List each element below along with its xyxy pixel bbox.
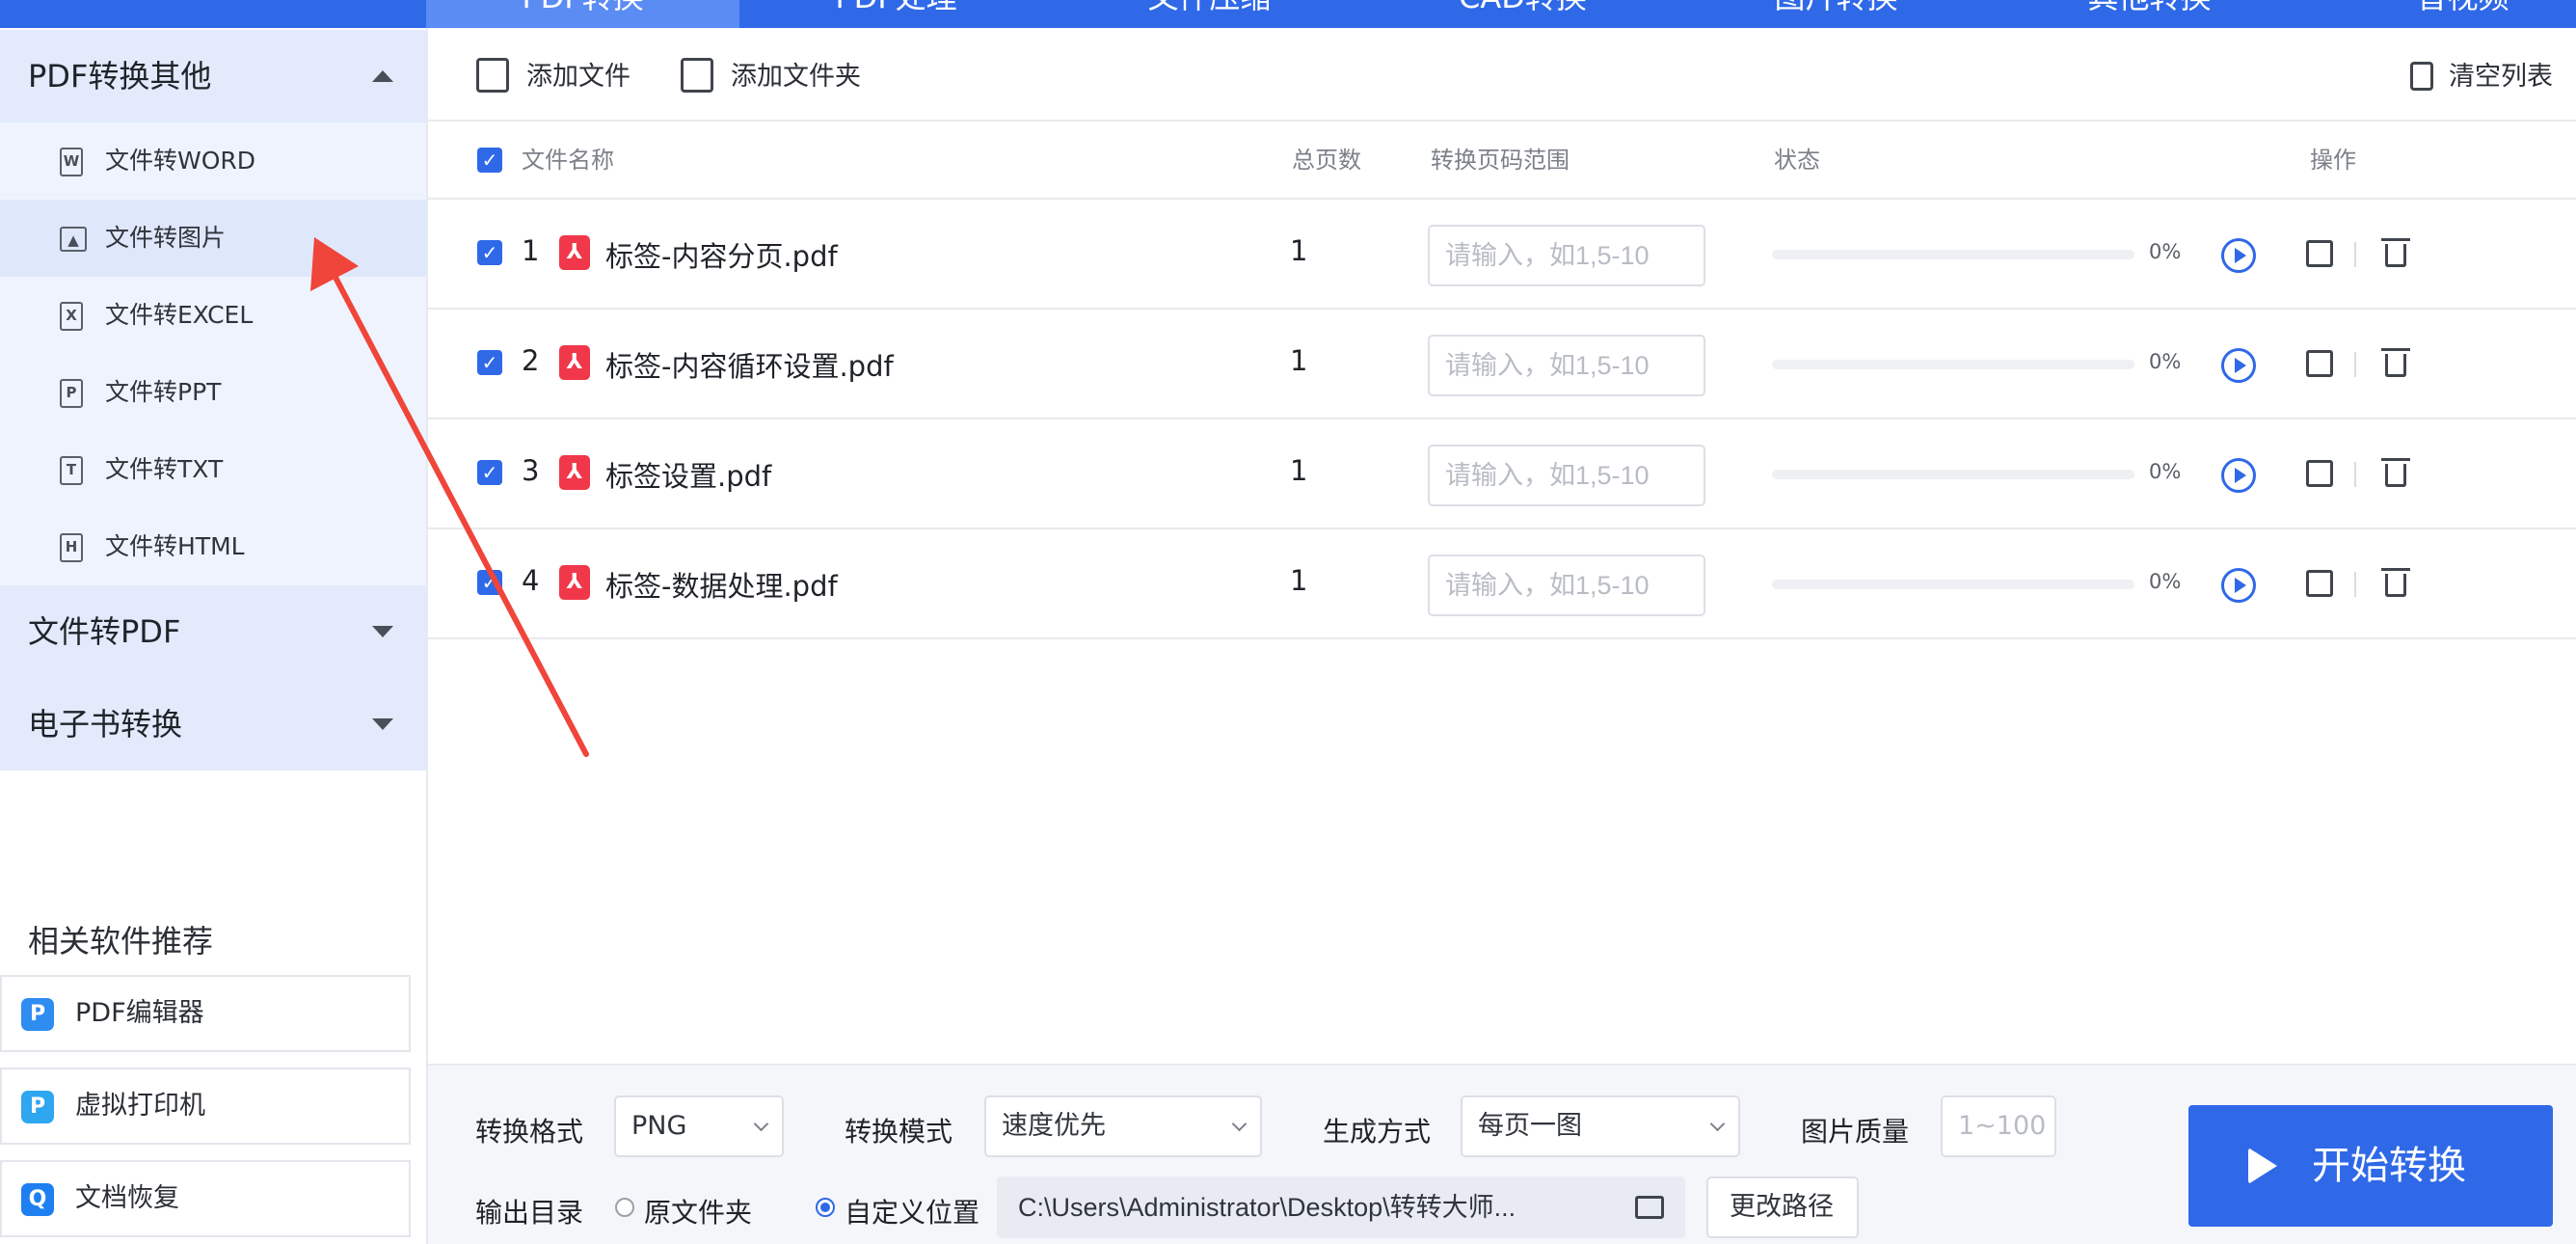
mode-select[interactable]: 速度优先	[984, 1095, 1262, 1157]
quality-input[interactable]: 1~100	[1941, 1095, 2056, 1157]
generate-label: 生成方式	[1323, 1116, 1432, 1148]
folder-icon[interactable]	[1635, 1196, 1664, 1219]
change-path-label: 更改路径	[1730, 1192, 1834, 1222]
quality-placeholder: 1~100	[1958, 1111, 2047, 1141]
output-label: 输出目录	[475, 1197, 584, 1229]
generate-value: 每页一图	[1478, 1111, 1582, 1141]
format-label: 转换格式	[475, 1116, 584, 1148]
chevron-down-icon	[1231, 1116, 1248, 1132]
annotation-arrow	[310, 237, 589, 757]
mode-label: 转换模式	[845, 1116, 953, 1148]
radio-custom-location[interactable]	[816, 1198, 835, 1217]
generate-select[interactable]: 每页一图	[1461, 1095, 1740, 1157]
play-icon	[2248, 1148, 2277, 1184]
radio-custom-label: 自定义位置	[845, 1197, 980, 1229]
quality-label: 图片质量	[1801, 1116, 1910, 1148]
format-value: PNG	[631, 1111, 687, 1141]
output-path-value: C:\Users\Administrator\Desktop\转转大师...	[1018, 1193, 1516, 1222]
start-convert-button[interactable]: 开始转换	[2188, 1105, 2553, 1227]
radio-original-folder[interactable]	[615, 1198, 634, 1217]
output-path-field[interactable]: C:\Users\Administrator\Desktop\转转大师...	[997, 1176, 1685, 1238]
chevron-down-icon	[1709, 1116, 1726, 1132]
chevron-down-icon	[753, 1116, 769, 1132]
start-convert-label: 开始转换	[2312, 1144, 2466, 1188]
format-select[interactable]: PNG	[614, 1095, 784, 1157]
mode-value: 速度优先	[1002, 1111, 1106, 1141]
change-path-button[interactable]: 更改路径	[1706, 1176, 1859, 1238]
radio-original-label: 原文件夹	[644, 1197, 753, 1229]
